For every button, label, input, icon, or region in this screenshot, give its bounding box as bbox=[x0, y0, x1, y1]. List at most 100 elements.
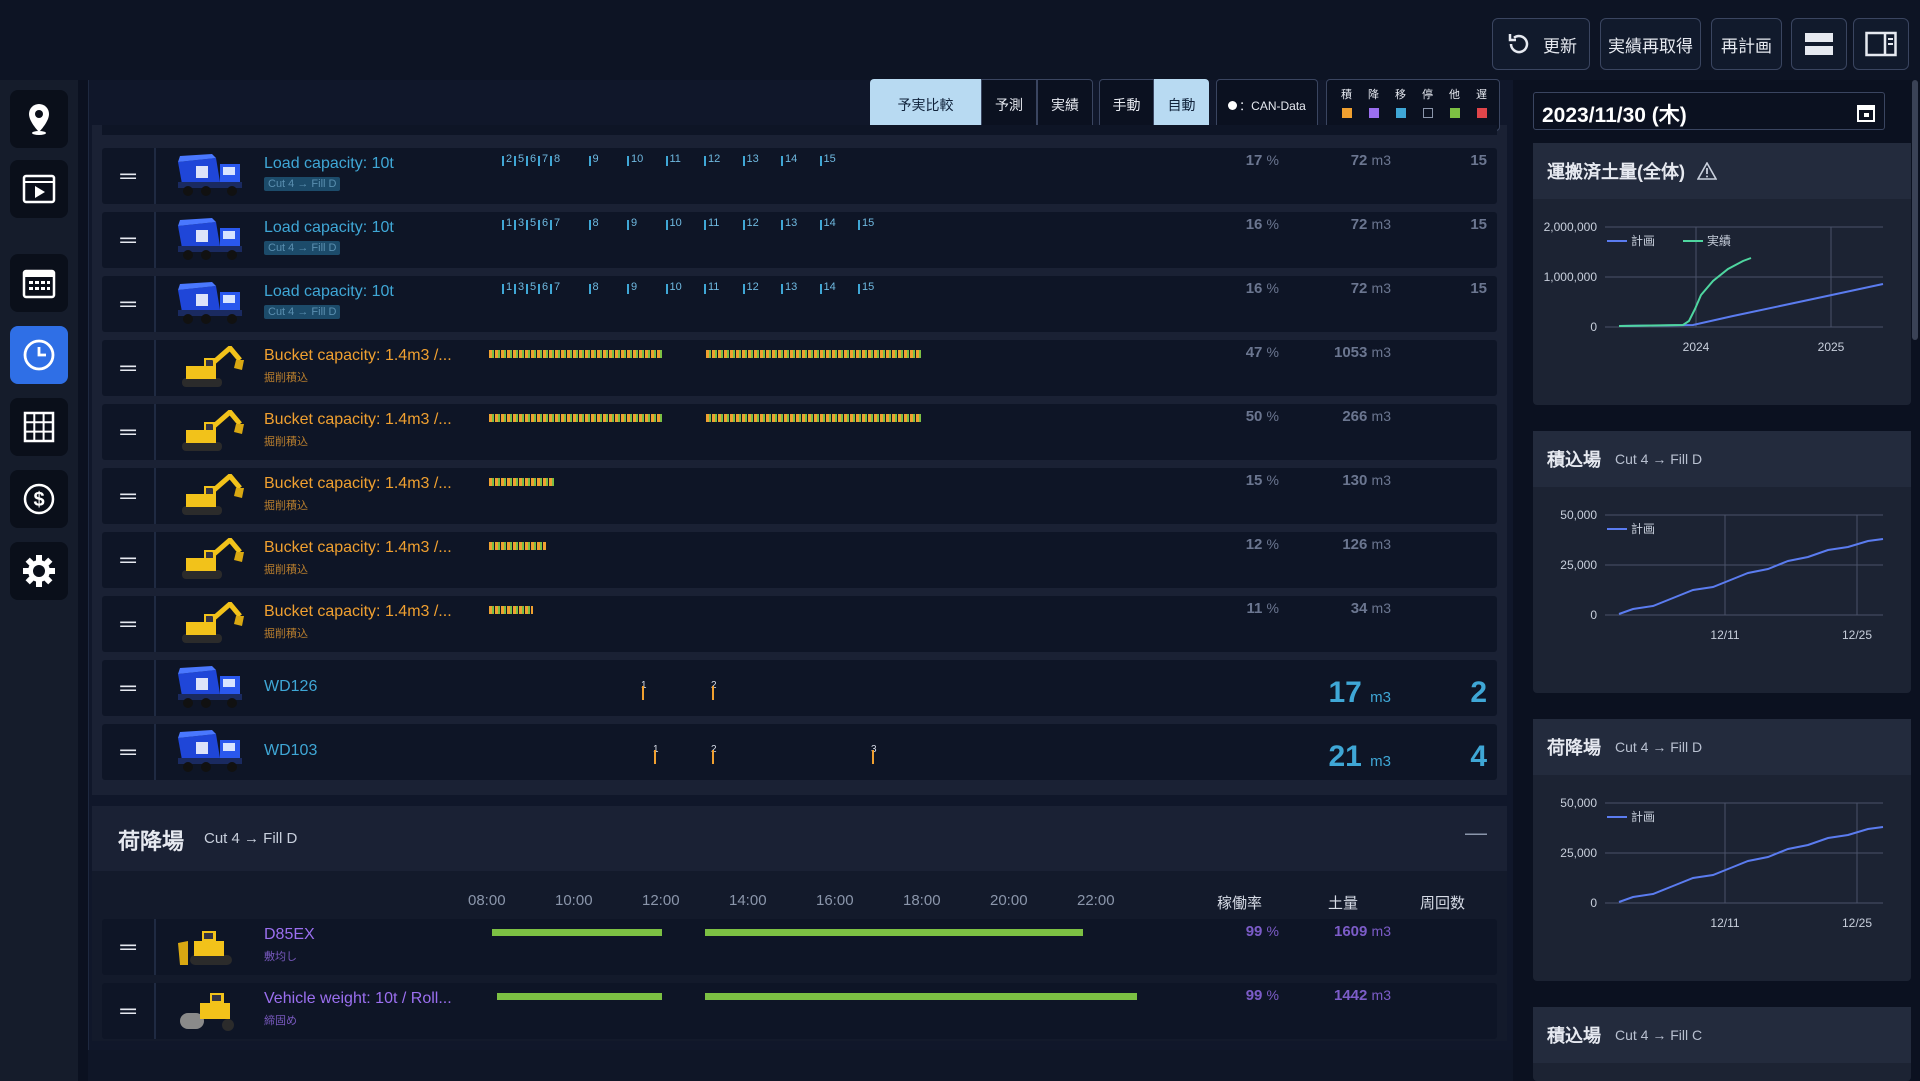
nav-settings[interactable] bbox=[10, 542, 68, 600]
trip-marker bbox=[538, 284, 540, 294]
utilization-unit: % bbox=[1266, 923, 1279, 939]
drag-handle[interactable]: ═ bbox=[102, 660, 156, 716]
vehicle-name[interactable]: Bucket capacity: 1.4m3 /... bbox=[264, 347, 452, 365]
vehicle-name[interactable]: Load capacity: 10t bbox=[264, 219, 394, 237]
trip-marker bbox=[742, 284, 745, 294]
loading-row[interactable]: ═ Load capacity: 10t Cut 4 → Fill D 16 % 72 … bbox=[102, 276, 1497, 332]
refresh-button[interactable]: 更新 bbox=[1492, 18, 1590, 70]
drag-handle[interactable]: ═ bbox=[102, 148, 156, 204]
nav-playback[interactable] bbox=[10, 160, 68, 218]
volume-number: 266 bbox=[1342, 408, 1368, 425]
loading-row[interactable]: ═ Bucket capacity: 1.4m3 /... 掘削積込 47 % 1053… bbox=[102, 340, 1497, 396]
legend-swatch bbox=[1477, 108, 1487, 118]
vehicle-name[interactable]: Bucket capacity: 1.4m3 /... bbox=[264, 539, 452, 557]
vehicle-name[interactable]: Vehicle weight: 10t / Roll... bbox=[264, 990, 452, 1008]
side-panel-toggle-button[interactable] bbox=[1853, 18, 1909, 70]
vehicle-name[interactable]: WD126 bbox=[264, 678, 317, 696]
nav-cost[interactable]: $ bbox=[10, 470, 68, 528]
loading-row[interactable]: ═ Bucket capacity: 1.4m3 /... 掘削積込 50 % 266 … bbox=[102, 404, 1497, 460]
dump-truck-icon bbox=[176, 282, 246, 326]
vehicle-name[interactable]: WD103 bbox=[264, 742, 317, 760]
utilization-unit: % bbox=[1266, 536, 1279, 552]
trip-marker bbox=[588, 284, 591, 294]
utilization-value: 11 % bbox=[1247, 600, 1279, 617]
left-nav: $ bbox=[0, 80, 78, 1081]
utilization-value: 99 % bbox=[1246, 923, 1279, 940]
trip-marker-label: 13 bbox=[746, 153, 759, 165]
utilization-value: 16 % bbox=[1246, 280, 1279, 297]
trip-marker bbox=[526, 220, 528, 230]
card-loading-route: Cut 4 → Fill D bbox=[1615, 451, 1703, 467]
replan-button[interactable]: 再計画 bbox=[1711, 18, 1782, 70]
trip-marker-label: 1 bbox=[506, 281, 513, 293]
unload-row[interactable]: ═ D85EX 敷均し 99 % 1609 m3 bbox=[102, 919, 1497, 975]
drag-handle[interactable]: ═ bbox=[102, 919, 156, 975]
volume-number: 126 bbox=[1342, 536, 1368, 553]
mode-actual-label: 実績 bbox=[1051, 97, 1079, 113]
loading-row[interactable]: ═ Bucket capacity: 1.4m3 /... 掘削積込 11 % 34 m… bbox=[102, 596, 1497, 652]
time-tick: 16:00 bbox=[816, 892, 854, 909]
nav-map[interactable] bbox=[10, 90, 68, 148]
nav-timeline[interactable] bbox=[10, 326, 68, 384]
rows-layout-icon bbox=[1805, 33, 1833, 55]
vehicle-name[interactable]: Bucket capacity: 1.4m3 /... bbox=[264, 411, 452, 429]
time-tick: 18:00 bbox=[903, 892, 941, 909]
drag-handle[interactable]: ═ bbox=[102, 212, 156, 268]
dump-truck-icon bbox=[176, 218, 246, 262]
side-panel-icon bbox=[1865, 31, 1897, 57]
mode-auto-button[interactable]: 自動 bbox=[1154, 79, 1209, 131]
loading-row[interactable]: ═ Load capacity: 10t Cut 4 → Fill D 16 % 72 … bbox=[102, 212, 1497, 268]
drag-handle[interactable]: ═ bbox=[102, 276, 156, 332]
mode-manual-button[interactable]: 手動 bbox=[1099, 79, 1154, 131]
trip-marker-label: 8 bbox=[554, 153, 561, 165]
trip-marker bbox=[742, 220, 745, 230]
warning-icon[interactable] bbox=[1697, 162, 1717, 180]
collapse-button[interactable]: — bbox=[1465, 820, 1487, 846]
right-scrollbar[interactable] bbox=[1912, 80, 1918, 340]
drag-handle[interactable]: ═ bbox=[102, 724, 156, 780]
trip-marker-label: 15 bbox=[862, 281, 875, 293]
vehicle-name[interactable]: D85EX bbox=[264, 926, 315, 944]
trip-marker bbox=[704, 284, 706, 294]
vehicle-name[interactable]: Bucket capacity: 1.4m3 /... bbox=[264, 603, 452, 621]
list-layout-button[interactable] bbox=[1791, 18, 1847, 70]
trip-marker bbox=[538, 156, 540, 166]
vehicle-name[interactable]: Load capacity: 10t bbox=[264, 155, 394, 173]
volume-unit: m3 bbox=[1371, 987, 1391, 1003]
utilization-unit: % bbox=[1266, 152, 1279, 168]
card-loading2-chart: 積込場 Cut 4 → Fill C bbox=[1533, 1007, 1911, 1081]
volume-value: 1609 m3 bbox=[1334, 923, 1391, 940]
vehicle-name[interactable]: Bucket capacity: 1.4m3 /... bbox=[264, 475, 452, 493]
nav-grid[interactable] bbox=[10, 398, 68, 456]
volume-value: 72 m3 bbox=[1351, 216, 1391, 233]
trip-marker bbox=[502, 284, 504, 294]
card-total-title: 運搬済土量(全体) bbox=[1547, 162, 1685, 182]
loading-row[interactable]: ═ Bucket capacity: 1.4m3 /... 掘削積込 15 % 130 … bbox=[102, 468, 1497, 524]
unload-row[interactable]: ═ Vehicle weight: 10t / Roll... 締固め 99 % 144… bbox=[102, 983, 1497, 1039]
refetch-actual-button[interactable]: 実績再取得 bbox=[1600, 18, 1701, 70]
drag-handle[interactable]: ═ bbox=[102, 468, 156, 524]
grid-icon bbox=[23, 411, 55, 443]
volume-unit: m3 bbox=[1371, 536, 1391, 552]
mode-actual-button[interactable]: 実績 bbox=[1037, 79, 1093, 131]
can-data-toggle[interactable]: ：CAN-Data bbox=[1216, 79, 1318, 131]
loading-row[interactable]: ═ Bucket capacity: 1.4m3 /... 掘削積込 12 % 126 … bbox=[102, 532, 1497, 588]
nav-calendar[interactable] bbox=[10, 254, 68, 312]
card-unloading-title: 荷降場 bbox=[1547, 738, 1601, 758]
drag-handle[interactable]: ═ bbox=[102, 404, 156, 460]
drag-handle[interactable]: ═ bbox=[102, 340, 156, 396]
calendar-small-icon[interactable] bbox=[1856, 103, 1876, 123]
vehicle-name[interactable]: Load capacity: 10t bbox=[264, 283, 394, 301]
mode-compare-button[interactable]: 予実比較 bbox=[870, 79, 981, 131]
activity-bar bbox=[492, 929, 662, 936]
loading-row[interactable]: ═ Load capacity: 10t Cut 4 → Fill D 17 % 72 … bbox=[102, 148, 1497, 204]
mode-forecast-button[interactable]: 予測 bbox=[981, 79, 1037, 131]
trip-marker-label: 15 bbox=[823, 153, 836, 165]
drag-handle[interactable]: ═ bbox=[102, 596, 156, 652]
drag-handle[interactable]: ═ bbox=[102, 983, 156, 1039]
volume-value: 266 m3 bbox=[1342, 408, 1391, 425]
date-picker[interactable]: 2023/11/30 (木) bbox=[1533, 92, 1885, 130]
loading-row[interactable]: ═WD12617 m3212 bbox=[102, 660, 1497, 716]
loading-row[interactable]: ═WD10321 m34123 bbox=[102, 724, 1497, 780]
drag-handle[interactable]: ═ bbox=[102, 532, 156, 588]
